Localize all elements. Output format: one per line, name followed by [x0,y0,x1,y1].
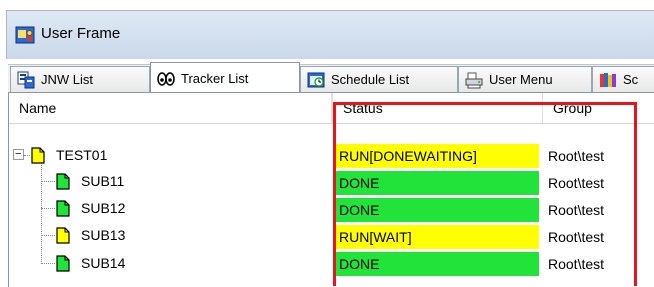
tree-row-label[interactable]: TEST01 [56,142,107,169]
job-document-icon [56,173,70,190]
tree-guide-branch [24,155,30,156]
job-document-icon [56,255,70,272]
tree-guide-branch [41,235,55,236]
tree-guide-branch [41,181,55,182]
tab-strip: JNW List Tracker List Schedule List User… [8,62,654,94]
job-icon-fill [31,147,45,164]
column-header-name[interactable]: Name [9,93,332,123]
schedule-calendar-icon [600,73,616,87]
tree-row-label[interactable]: SUB12 [81,195,125,222]
tree-guide-vertical [41,162,42,264]
tab-schedule-calendar[interactable]: Sc [592,66,654,92]
window-title: User Frame [41,25,121,42]
tree-row-label[interactable]: SUB14 [81,250,125,277]
highlight-box [333,102,637,286]
title-bar: User Frame [0,0,654,66]
tracker-list-icon [157,72,175,86]
tab-schedule-list[interactable]: Schedule List [300,66,458,92]
tree-row-label[interactable]: SUB11 [81,168,124,195]
tab-tracker-list[interactable]: Tracker List [150,62,300,94]
job-icon-fill [56,255,70,272]
tree-guide-branch [41,263,55,264]
tree-guide-branch [41,208,55,209]
tree-row-label[interactable]: SUB13 [81,222,125,249]
user-frame-icon [15,26,35,44]
collapse-icon: − [15,148,22,160]
tree-expander[interactable]: − [13,148,24,160]
title-bar-frame: User Frame [6,10,654,59]
schedule-list-icon [307,72,325,88]
user-menu-icon [465,72,483,89]
tab-jnw-list[interactable]: JNW List [10,66,150,92]
job-icon-fill [56,227,70,244]
job-document-icon [56,200,70,217]
jnw-list-icon [17,71,35,89]
job-document-icon [56,227,70,244]
tab-user-menu[interactable]: User Menu [458,66,592,92]
job-icon-fill [56,173,70,190]
job-icon-fill [56,200,70,217]
job-document-icon [31,147,45,164]
